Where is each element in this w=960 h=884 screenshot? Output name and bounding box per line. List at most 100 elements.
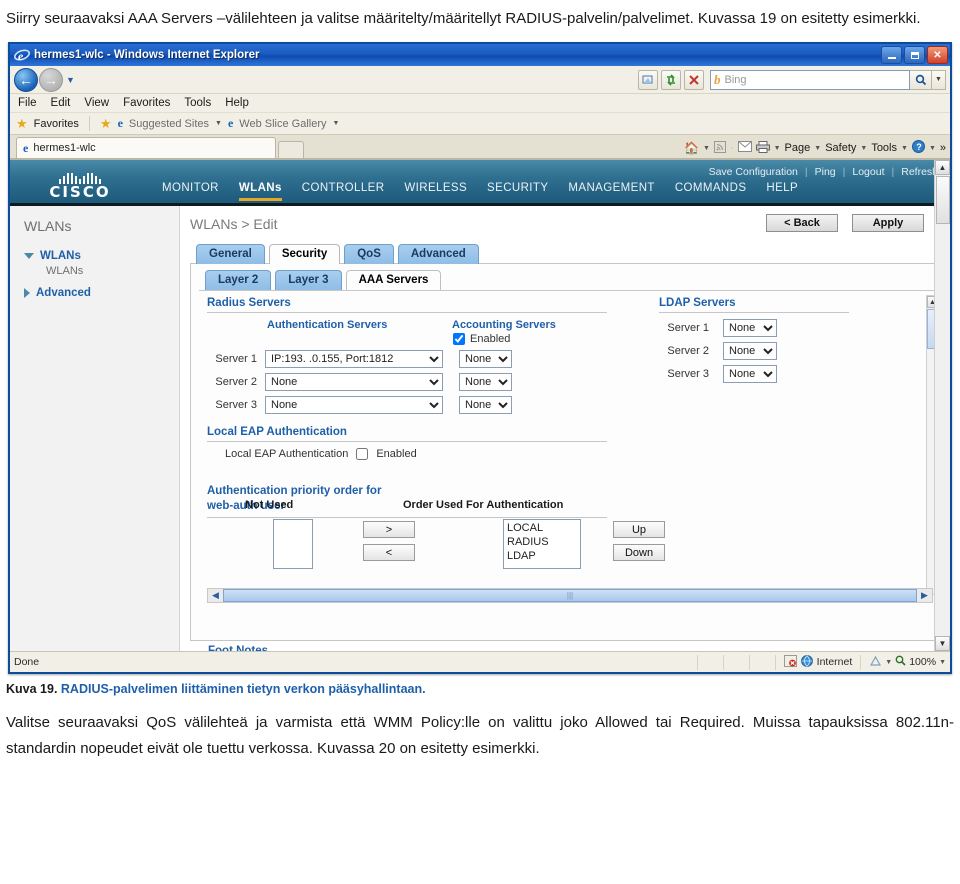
menu-item-edit[interactable]: Edit [51,97,71,109]
move-left-button[interactable]: < [363,544,415,561]
command-bar-overflow-icon[interactable]: » [940,142,946,154]
sidebar-item-wlans[interactable]: WLANs [24,250,179,262]
refresh-icon[interactable] [661,69,681,90]
home-icon[interactable]: 🏠 [684,141,699,155]
scroll-down-icon[interactable]: ▼ [935,636,950,651]
nav-item-monitor[interactable]: MONITOR [162,182,219,201]
security-zone-indicator[interactable]: Internet [774,654,861,670]
ldap-server-1-select[interactable]: None [723,319,777,337]
maximize-button[interactable] [904,46,925,64]
chevron-down-icon[interactable]: ▼ [885,659,892,666]
add-to-favorites-bar-icon[interactable]: ★ [100,116,112,132]
tab-advanced[interactable]: Advanced [397,244,479,264]
chevron-down-icon[interactable]: ▼ [774,145,781,152]
chevron-down-icon[interactable]: ▼ [901,145,908,152]
order-item-radius[interactable]: RADIUS [507,536,549,548]
chevron-down-icon[interactable]: ▼ [66,75,75,85]
chevron-down-icon[interactable]: ▼ [215,120,222,127]
order-item-ldap[interactable]: LDAP [507,550,536,562]
nav-item-controller[interactable]: CONTROLLER [302,182,385,201]
menu-item-help[interactable]: Help [225,97,249,109]
back-icon[interactable]: ← [14,67,38,92]
local-eap-enabled-checkbox[interactable] [356,448,369,460]
compatibility-view-icon[interactable] [638,69,658,90]
scrollbar-thumb[interactable]: ||| [223,589,917,602]
favorites-item-suggested-sites[interactable]: Suggested Sites [129,118,209,130]
tab-general[interactable]: General [196,244,265,264]
radius-acct-server-3-select[interactable]: None [459,396,512,414]
back-button[interactable]: < Back [766,214,838,232]
favorites-star-icon[interactable]: ★ [16,116,28,132]
move-up-button[interactable]: Up [613,521,665,538]
zoom-control[interactable]: ▼ 100% ▼ [860,654,946,670]
nav-item-wlans[interactable]: WLANs [238,182,282,201]
chevron-down-icon[interactable] [24,253,34,259]
scroll-left-icon[interactable]: ◀ [208,589,223,602]
radius-auth-server-1-select[interactable]: IP:193. .0.155, Port:1812 [265,350,443,368]
forward-icon[interactable]: → [39,67,63,92]
command-menu-tools[interactable]: Tools [871,142,897,154]
stop-icon[interactable] [684,69,704,90]
favorites-button-label[interactable]: Favorites [34,118,79,130]
chevron-down-icon[interactable]: ▼ [860,145,867,152]
scrollbar-thumb[interactable] [935,176,950,224]
feeds-icon[interactable] [713,140,726,156]
sidebar-item-advanced[interactable]: Advanced [24,287,179,299]
favorites-item-web-slice-gallery[interactable]: Web Slice Gallery [239,118,326,130]
menu-item-view[interactable]: View [84,97,109,109]
apply-button[interactable]: Apply [852,214,924,232]
menu-item-favorites[interactable]: Favorites [123,97,170,109]
nav-item-help[interactable]: HELP [766,182,798,201]
help-icon[interactable]: ? [911,140,925,156]
radius-auth-server-3-select[interactable]: None [265,396,443,414]
nav-item-commands[interactable]: COMMANDS [675,182,747,201]
nav-item-management[interactable]: MANAGEMENT [568,182,654,201]
ldap-server-2-select[interactable]: None [723,342,777,360]
tab-qos[interactable]: QoS [344,244,394,264]
link-ping[interactable]: Ping [815,166,836,178]
chevron-down-icon[interactable]: ▼ [929,145,936,152]
order-used-listbox[interactable]: LOCAL RADIUS LDAP [503,519,581,569]
page-vertical-scrollbar[interactable]: ▲ ▼ [934,160,950,651]
search-input[interactable]: b Bing [710,69,910,90]
link-logout[interactable]: Logout [852,166,884,178]
chevron-right-icon[interactable] [24,288,30,298]
chevron-down-icon[interactable]: ▼ [333,120,340,127]
protected-mode-toggle-icon[interactable] [869,655,882,670]
radius-acct-server-2-select[interactable]: None [459,373,512,391]
search-icon[interactable] [910,69,932,90]
ldap-server-3-select[interactable]: None [723,365,777,383]
subtab-layer-2[interactable]: Layer 2 [205,270,272,290]
chevron-down-icon[interactable]: ▼ [939,659,946,666]
subtab-layer-3[interactable]: Layer 3 [275,270,342,290]
sidebar-subitem-wlans[interactable]: WLANs [24,265,179,277]
link-save-configuration[interactable]: Save Configuration [709,166,798,178]
chevron-down-icon[interactable]: ▼ [814,145,821,152]
nav-item-wireless[interactable]: WIRELESS [404,182,467,201]
read-mail-icon[interactable] [737,141,752,155]
radius-auth-server-2-select[interactable]: None [265,373,443,391]
radius-acct-server-1-select[interactable]: None [459,350,512,368]
scroll-up-icon[interactable]: ▲ [935,160,950,175]
accounting-enabled-checkbox[interactable] [453,333,465,345]
scroll-right-icon[interactable]: ▶ [917,589,932,602]
chevron-down-icon[interactable]: ▼ [703,145,710,152]
not-used-listbox[interactable] [273,519,313,569]
menu-item-tools[interactable]: Tools [184,97,211,109]
command-menu-page[interactable]: Page [785,142,811,154]
search-dropdown-icon[interactable]: ▼ [932,69,946,90]
menu-item-file[interactable]: File [18,97,37,109]
command-menu-safety[interactable]: Safety [825,142,856,154]
nav-item-security[interactable]: SECURITY [487,182,548,201]
browser-tab-hermes1-wlc[interactable]: e hermes1-wlc [16,137,276,158]
subtab-aaa-servers[interactable]: AAA Servers [345,270,442,290]
print-icon[interactable] [755,140,770,156]
move-right-button[interactable]: > [363,521,415,538]
order-item-local[interactable]: LOCAL [507,522,543,534]
move-down-button[interactable]: Down [613,544,665,561]
new-tab-button[interactable] [278,141,304,158]
close-button[interactable]: ✕ [927,46,948,64]
link-refresh[interactable]: Refresh [901,166,938,178]
tab-security[interactable]: Security [268,244,341,264]
content-horizontal-scrollbar[interactable]: ◀ ||| ▶ [207,588,933,603]
